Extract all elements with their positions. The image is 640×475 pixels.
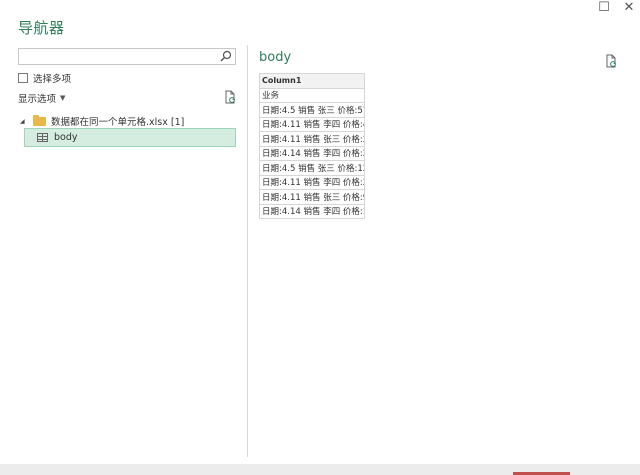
table-cell: 日期:4.14 销售 李四 价格:25 [259, 145, 365, 161]
tree-node-file-label: 数据都在同一个单元格.xlsx [1] [51, 117, 185, 128]
table-icon [37, 133, 48, 142]
window-title: 导航器 [18, 19, 65, 37]
tree-node-file[interactable]: ◢ 数据都在同一个单元格.xlsx [1] [20, 114, 184, 128]
tree-node-body-label: body [54, 132, 78, 143]
table-cell: 业务 [259, 87, 365, 103]
refresh-icon[interactable] [223, 90, 237, 104]
panel-divider [247, 45, 248, 457]
preview-table: Column1 业务 日期:4.5 销售 张三 价格:570 日期:4.11 销… [259, 73, 365, 219]
table-cell: 日期:4.5 销售 张三 价格:570 [259, 102, 365, 118]
preview-title: body [259, 50, 292, 65]
display-options-label: 显示选项 [18, 94, 57, 105]
multi-select-checkbox[interactable] [18, 73, 28, 83]
column-header[interactable]: Column1 [259, 73, 365, 89]
display-options-dropdown[interactable]: 显示选项 ▼ [18, 91, 65, 105]
folder-icon [33, 114, 46, 126]
table-cell: 日期:4.11 销售 张三 价格:90 [259, 189, 365, 205]
multi-select-label: 选择多项 [33, 74, 72, 85]
table-cell: 日期:4.11 销售 李四 价格:47 [259, 116, 365, 132]
search-icon[interactable] [220, 50, 232, 62]
preview-refresh-icon[interactable] [604, 54, 618, 68]
table-cell: 日期:4.11 销售 李四 价格:23 [259, 174, 365, 190]
maximize-button[interactable]: ☐ [595, 0, 613, 16]
table-cell: 日期:4.5 销售 张三 价格:120 [259, 160, 365, 176]
expand-caret-icon[interactable]: ◢ [20, 118, 28, 125]
multi-select-option[interactable]: 选择多项 [18, 71, 71, 85]
table-cell: 日期:4.11 销售 张三 价格:21 [259, 131, 365, 147]
search-input[interactable] [18, 48, 236, 65]
chevron-down-icon: ▼ [60, 94, 66, 102]
close-button[interactable]: ✕ [620, 0, 638, 16]
tree-node-body[interactable]: body [24, 128, 236, 147]
table-cell: 日期:4.14 销售 李四 价格:10 [259, 203, 365, 219]
